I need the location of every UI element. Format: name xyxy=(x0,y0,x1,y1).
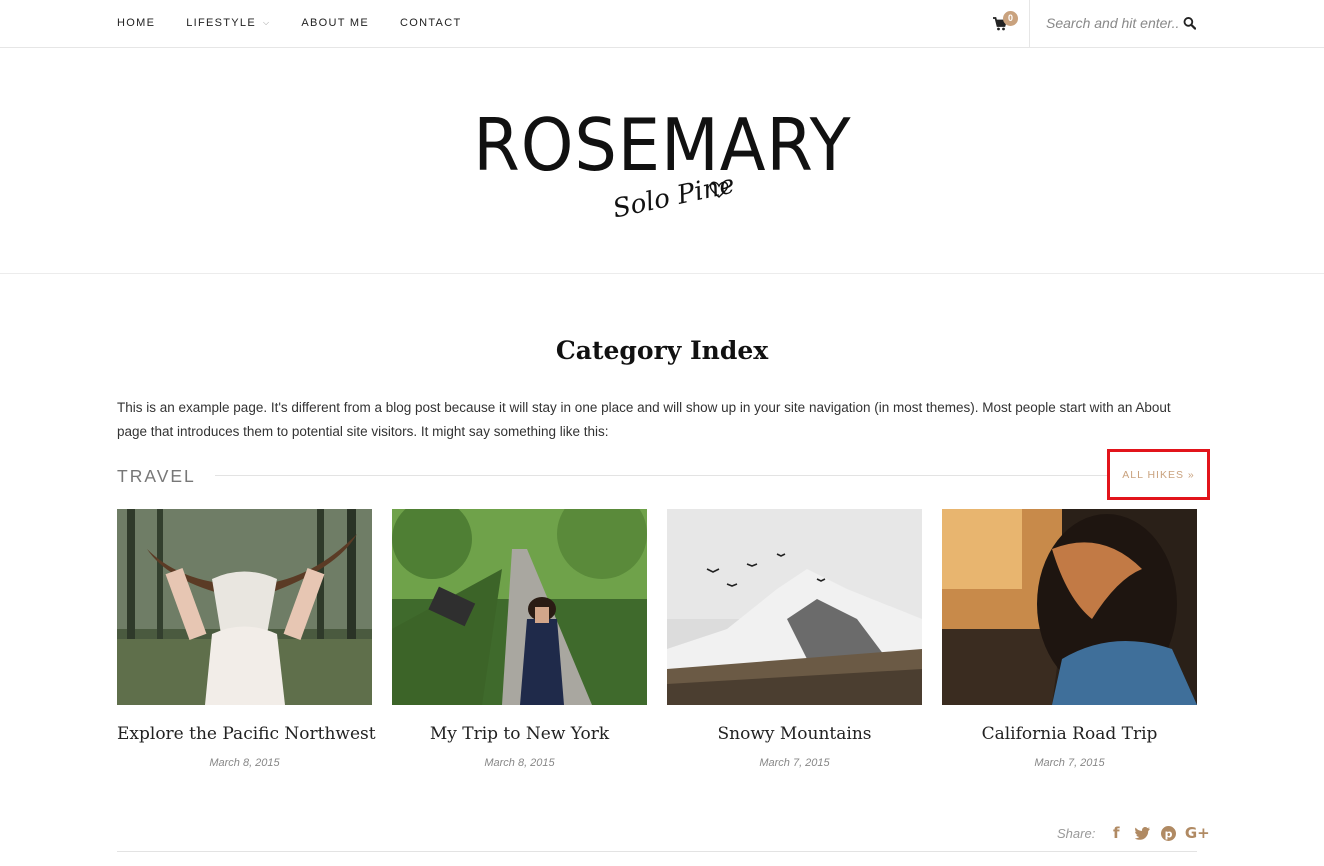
cart-button[interactable]: 0 xyxy=(993,11,1023,35)
category-section-header: TRAVEL ALL HIKES » xyxy=(117,449,1210,500)
nav-item-label: ABOUT ME xyxy=(301,16,370,29)
post-image[interactable] xyxy=(392,509,647,705)
search-input[interactable] xyxy=(1046,15,1180,31)
nav-item-about-me[interactable]: ABOUT ME xyxy=(301,17,369,29)
post-title[interactable]: Snowy Mountains xyxy=(667,724,922,744)
post-title[interactable]: California Road Trip xyxy=(942,724,1197,744)
nav-item-contact[interactable]: CONTACT xyxy=(400,17,461,29)
section-title: TRAVEL xyxy=(117,466,196,486)
nav-item-lifestyle[interactable]: LIFESTYLE ⌵ xyxy=(186,17,270,29)
post-card[interactable]: Explore the Pacific Northwest March 8, 2… xyxy=(117,509,376,779)
section-divider xyxy=(215,475,1107,476)
share-label: Share: xyxy=(1057,825,1096,841)
nav-item-label: HOME xyxy=(117,16,156,29)
main-menu: HOME LIFESTYLE ⌵ ABOUT ME CONTACT xyxy=(117,0,492,45)
all-hikes-label: ALL HIKES » xyxy=(1122,468,1195,481)
post-card[interactable]: Snowy Mountains March 7, 2015 xyxy=(667,509,922,779)
post-image-road-trip xyxy=(942,509,1197,705)
post-card[interactable]: My Trip to New York March 8, 2015 xyxy=(392,509,647,779)
logo-title: ROSEMARY xyxy=(472,103,852,187)
header-divider xyxy=(0,273,1324,274)
search-icon[interactable] xyxy=(1183,16,1196,30)
post-image[interactable] xyxy=(942,509,1197,705)
post-date: March 8, 2015 xyxy=(209,757,280,769)
post-title[interactable]: My Trip to New York xyxy=(392,724,647,744)
post-grid: Explore the Pacific Northwest March 8, 2… xyxy=(117,509,1197,779)
post-image[interactable] xyxy=(667,509,922,705)
page-intro-text: This is an example page. It's different … xyxy=(117,400,1171,439)
pinterest-icon[interactable]: p xyxy=(1159,824,1177,842)
cart-count-badge: 0 xyxy=(1003,11,1018,26)
post-title[interactable]: Explore the Pacific Northwest xyxy=(117,724,376,744)
post-image-park-path xyxy=(392,509,647,705)
post-date: March 7, 2015 xyxy=(1034,757,1105,769)
google-plus-icon[interactable]: G+ xyxy=(1185,824,1210,842)
nav-item-label: LIFESTYLE xyxy=(186,16,256,29)
nav-item-label: CONTACT xyxy=(400,16,462,29)
twitter-icon[interactable] xyxy=(1133,824,1151,842)
chevron-down-icon: ⌵ xyxy=(262,17,271,27)
svg-text:p: p xyxy=(1164,827,1172,840)
search-box xyxy=(1046,12,1196,34)
heart-icon xyxy=(709,181,729,198)
page-title: Category Index xyxy=(555,336,769,365)
all-hikes-link[interactable]: ALL HIKES » xyxy=(1107,449,1210,500)
post-image[interactable] xyxy=(117,509,372,705)
site-logo[interactable]: ROSEMARY xyxy=(0,100,1324,190)
post-image-forest-skull xyxy=(117,509,372,705)
nav-item-home[interactable]: HOME xyxy=(117,17,155,29)
section-bottom-divider xyxy=(117,851,1197,852)
post-card[interactable]: California Road Trip March 7, 2015 xyxy=(942,509,1197,779)
share-bar: Share: f p G+ xyxy=(1057,823,1217,843)
post-image-snowy-mountain xyxy=(667,509,922,705)
facebook-icon[interactable]: f xyxy=(1107,824,1125,842)
top-navigation-bar: HOME LIFESTYLE ⌵ ABOUT ME CONTACT 0 xyxy=(0,0,1324,48)
topbar-divider xyxy=(1029,0,1030,48)
post-date: March 7, 2015 xyxy=(759,757,830,769)
post-date: March 8, 2015 xyxy=(484,757,555,769)
